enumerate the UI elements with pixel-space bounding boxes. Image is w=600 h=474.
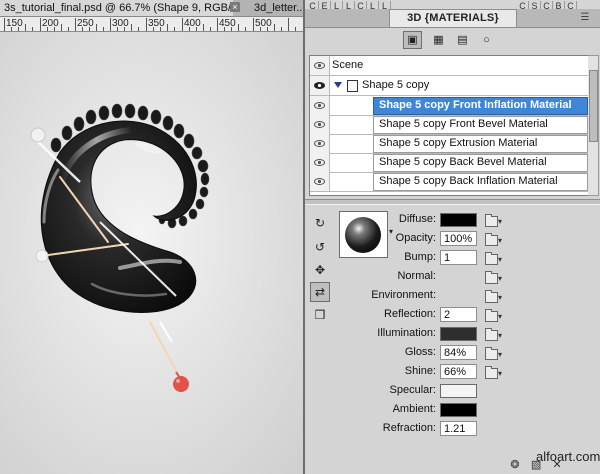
folder-icon[interactable] — [485, 328, 498, 341]
property-value-field[interactable]: 84% — [440, 345, 477, 360]
property-label: Illumination: — [377, 327, 436, 339]
horizontal-ruler: 150 200 250 300 350 400 450 500 — [0, 17, 303, 32]
property-label: Ambient: — [392, 403, 436, 415]
tab-3d-materials[interactable]: 3D {MATERIALS} — [389, 9, 517, 27]
scene-filter-icon[interactable]: ▣ — [403, 31, 422, 49]
folder-icon[interactable] — [485, 271, 498, 284]
chevron-down-icon[interactable]: ▾ — [498, 294, 504, 302]
property-label: Normal: — [397, 270, 436, 282]
property-label: Shine: — [404, 365, 436, 377]
panel-footer: ❂ ▧ ✕ — [508, 459, 598, 473]
material-label: Shape 5 copy Front Inflation Material — [379, 99, 572, 111]
color-swatch[interactable] — [440, 384, 477, 398]
folder-icon[interactable] — [485, 347, 498, 360]
scene-row[interactable]: Scene — [310, 56, 588, 76]
color-swatch[interactable] — [440, 327, 477, 341]
material-label: Shape 5 copy Back Inflation Material — [379, 175, 558, 187]
scene-tree[interactable]: Scene Shape 5 copy Shape 5 copy Front In… — [309, 55, 589, 196]
folder-icon[interactable] — [485, 290, 498, 303]
document-tab-bar: 3s_tutorial_final.psd @ 66.7% (Shape 9, … — [0, 0, 303, 17]
point-light-icon[interactable] — [173, 371, 189, 392]
close-icon[interactable]: × — [230, 2, 240, 12]
chevron-down-icon[interactable]: ▾ — [498, 275, 504, 283]
scrollbar-thumb[interactable] — [589, 70, 598, 142]
material-label: Shape 5 copy Back Bevel Material — [379, 156, 547, 168]
property-label: Gloss: — [404, 346, 436, 358]
property-label: Opacity: — [395, 232, 436, 244]
property-value-field[interactable]: 66% — [440, 364, 477, 379]
folder-icon[interactable] — [485, 233, 498, 246]
lights-filter-icon[interactable]: ○ — [477, 31, 496, 49]
light-widget-icon[interactable] — [30, 127, 46, 143]
ruler-mark: 250 — [77, 18, 94, 29]
material-label: Shape 5 copy Extrusion Material — [379, 137, 538, 149]
material-row[interactable]: Shape 5 copy Back Bevel Material — [310, 153, 588, 173]
group-label: Shape 5 copy — [362, 79, 430, 91]
folder-icon[interactable] — [485, 366, 498, 379]
eye-icon[interactable] — [310, 172, 330, 191]
eye-icon[interactable] — [310, 115, 330, 134]
ruler-mark: 450 — [219, 18, 236, 29]
color-swatch[interactable] — [440, 403, 477, 417]
chevron-down-icon[interactable]: ▾ — [498, 370, 504, 378]
scene-label: Scene — [332, 59, 364, 71]
material-row[interactable]: Shape 5 copy Front Bevel Material — [310, 115, 588, 135]
chevron-down-icon[interactable]: ▾ — [498, 256, 504, 264]
mesh-filter-icon[interactable]: ▦ — [429, 31, 448, 49]
eye-icon[interactable] — [310, 76, 330, 95]
ruler-mark: 200 — [42, 18, 59, 29]
property-value-field[interactable]: 1.21 — [440, 421, 477, 436]
property-label: Diffuse: — [398, 213, 436, 225]
property-value-field[interactable]: 1 — [440, 250, 477, 265]
eye-icon[interactable] — [310, 153, 330, 172]
chevron-down-icon[interactable]: ▾ — [498, 351, 504, 359]
property-label: Refraction: — [382, 422, 436, 434]
select-material-icon[interactable]: ❂ — [508, 459, 522, 471]
eye-icon[interactable] — [310, 96, 330, 115]
scene-group-row[interactable]: Shape 5 copy — [310, 76, 588, 96]
document-canvas[interactable] — [0, 32, 303, 474]
panel-split-handle[interactable] — [305, 199, 600, 205]
eye-icon[interactable] — [310, 56, 330, 75]
chevron-down-icon[interactable]: ▾ — [498, 332, 504, 340]
chevron-down-icon[interactable]: ▾ — [498, 218, 504, 226]
eye-icon[interactable] — [310, 134, 330, 153]
materials-filter-icon[interactable]: ▤ — [453, 31, 472, 49]
chevron-down-icon[interactable]: ▾ — [498, 313, 504, 321]
color-swatch[interactable] — [440, 213, 477, 227]
folder-icon[interactable] — [485, 309, 498, 322]
property-label: Environment: — [371, 289, 436, 301]
chevron-down-icon[interactable]: ▾ — [498, 237, 504, 245]
document-tab[interactable]: 3d_letter... — [250, 0, 303, 16]
document-tab-active[interactable]: 3s_tutorial_final.psd @ 66.7% (Shape 9, … — [0, 0, 233, 16]
ruler-mark: 150 — [6, 18, 23, 29]
scene-scrollbar[interactable] — [588, 55, 599, 196]
property-value-field[interactable]: 2 — [440, 307, 477, 322]
ruler-mark: 350 — [148, 18, 165, 29]
panel-menu-icon[interactable]: ☰ — [578, 12, 592, 24]
material-row[interactable]: Shape 5 copy Extrusion Material — [310, 134, 588, 154]
delete-material-icon[interactable]: ✕ — [550, 459, 564, 471]
material-row[interactable]: Shape 5 copy Front Inflation Material — [310, 96, 588, 116]
tab-label: 3D {MATERIALS} — [407, 12, 499, 24]
light-widget-icon[interactable] — [35, 249, 49, 263]
property-value-field[interactable]: 100% — [440, 231, 477, 246]
property-label: Specular: — [389, 384, 436, 396]
ruler-mark: 400 — [184, 18, 201, 29]
property-label: Reflection: — [384, 308, 436, 320]
expand-triangle-icon[interactable] — [334, 82, 342, 88]
material-label: Shape 5 copy Front Bevel Material — [379, 118, 548, 130]
ruler-mark: 300 — [112, 18, 129, 29]
3d-tentacle-shape[interactable] — [0, 32, 303, 474]
material-row[interactable]: Shape 5 copy Back Inflation Material — [310, 172, 588, 192]
folder-icon[interactable] — [485, 252, 498, 265]
load-texture-icon[interactable]: ▧ — [529, 459, 543, 471]
mesh-icon — [347, 80, 358, 92]
folder-icon[interactable] — [485, 214, 498, 227]
ruler-mark: 500 — [255, 18, 272, 29]
property-label: Bump: — [404, 251, 436, 263]
document-tab-label: 3s_tutorial_final.psd @ 66.7% (Shape 9, … — [4, 2, 233, 14]
document-tab-label: 3d_letter... — [254, 2, 303, 14]
